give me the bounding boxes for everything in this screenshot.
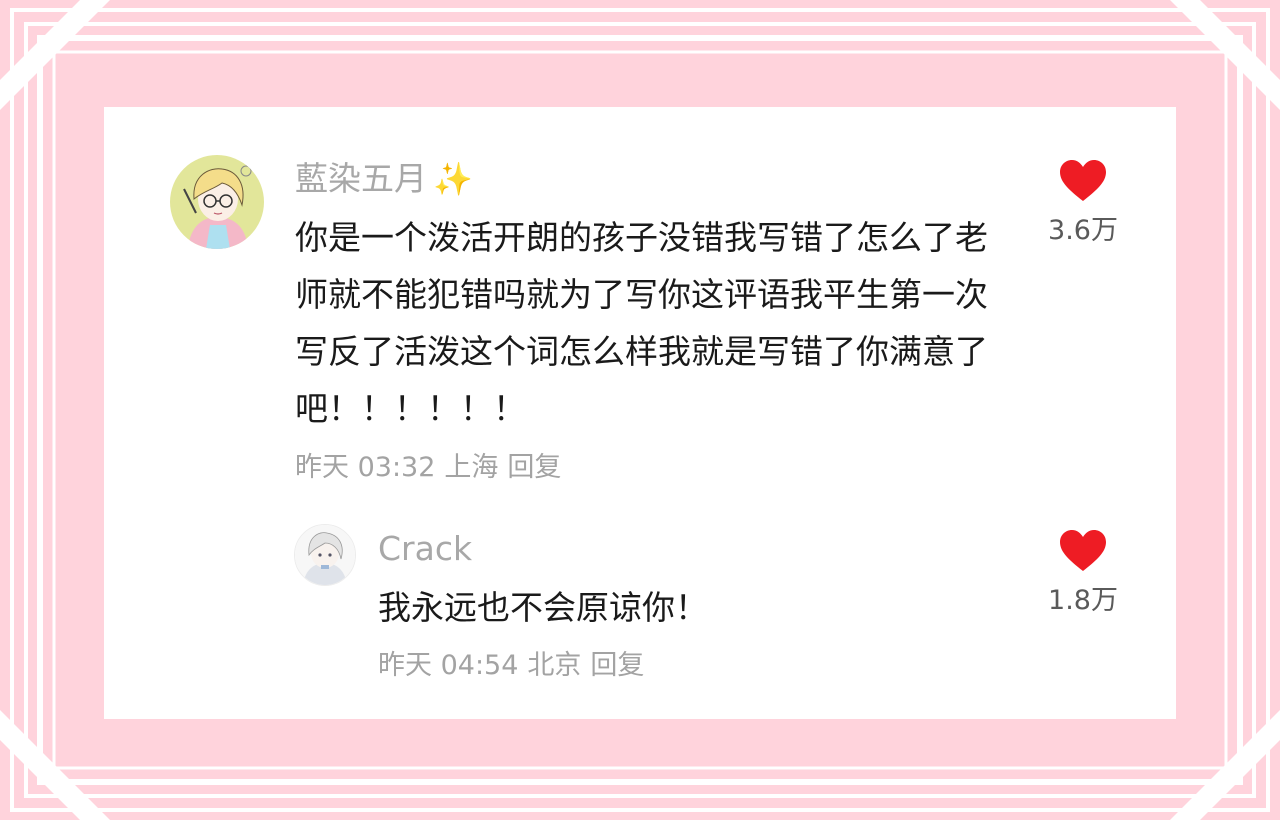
sparkle-icon: ✨: [433, 160, 473, 198]
reply-time: 昨天 04:54: [378, 650, 519, 681]
comment-username[interactable]: 藍染五月 ✨: [295, 159, 473, 199]
heart-icon[interactable]: [1059, 159, 1107, 203]
anime-girl-avatar-icon: [170, 155, 264, 249]
reply-username[interactable]: Crack: [378, 529, 472, 569]
heart-icon[interactable]: [1059, 529, 1107, 573]
reply-button[interactable]: 回复: [507, 452, 561, 483]
user-avatar[interactable]: [170, 155, 264, 249]
reply-button[interactable]: 回复: [590, 650, 644, 681]
comment-meta: 昨天 03:32 上海 回复: [295, 451, 570, 485]
comment-body: 你是一个泼活开朗的孩子没错我写错了怎么了老师就不能犯错吗就为了写你这评语我平生第…: [295, 218, 988, 428]
comment-time: 昨天 03:32: [295, 452, 436, 483]
like-count: 3.6万: [1048, 215, 1118, 246]
comment-card: 藍染五月 ✨ 你是一个泼活开朗的孩子没错我写错了怎么了老师就不能犯错吗就为了写你这…: [104, 107, 1176, 719]
anime-character-avatar-icon: [295, 525, 355, 585]
reply-meta: 昨天 04:54 北京 回复: [378, 649, 653, 683]
reply-user-avatar[interactable]: [294, 524, 356, 586]
username-text: 藍染五月: [295, 159, 427, 198]
reply-location: 北京: [527, 650, 582, 681]
reply-like-widget: 1.8万: [1028, 529, 1138, 617]
like-widget: 3.6万: [1028, 159, 1138, 247]
reply-body: 我永远也不会原谅你！: [378, 588, 708, 627]
like-count: 1.8万: [1048, 585, 1118, 616]
comment-location: 上海: [444, 452, 499, 483]
